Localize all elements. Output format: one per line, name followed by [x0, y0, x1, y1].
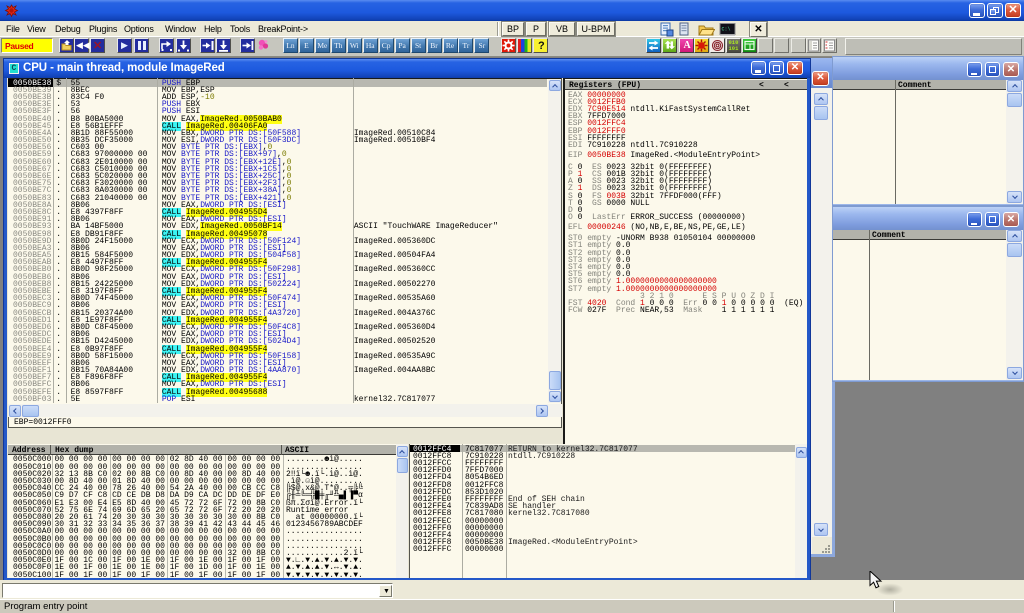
- svg-text:C:\: C:\: [722, 27, 731, 33]
